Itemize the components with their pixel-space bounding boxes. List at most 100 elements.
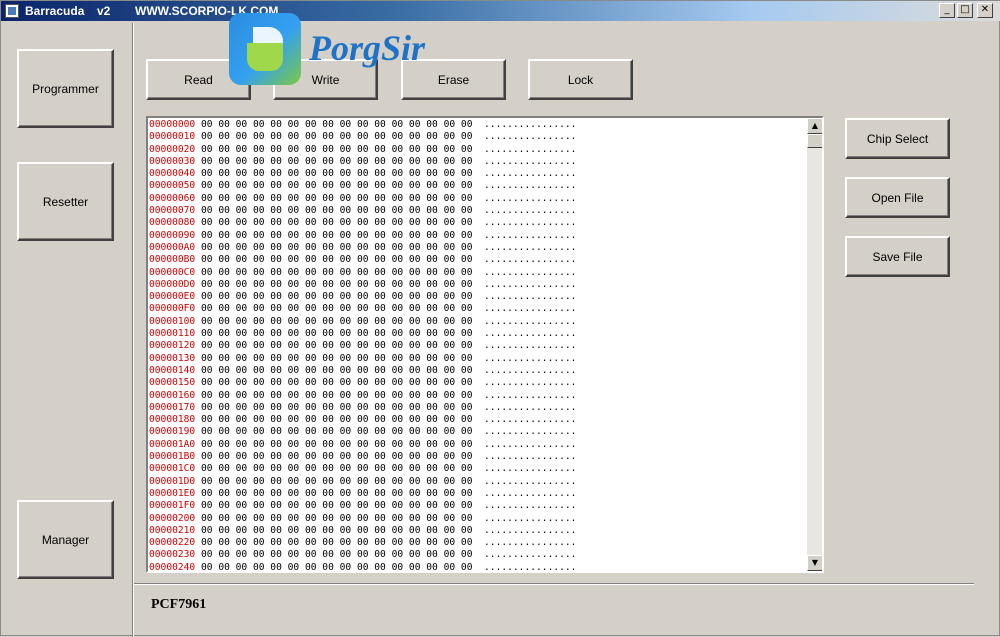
- hex-row: 00000180 00 00 00 00 00 00 00 00 00 00 0…: [149, 414, 805, 426]
- window-title: Barracuda: [25, 4, 85, 18]
- hex-ascii: ................: [484, 487, 577, 499]
- hex-row: 000001B0 00 00 00 00 00 00 00 00 00 00 0…: [149, 451, 805, 463]
- hex-bytes: 00 00 00 00 00 00 00 00 00 00 00 00 00 0…: [201, 475, 473, 487]
- hex-bytes: 00 00 00 00 00 00 00 00 00 00 00 00 00 0…: [201, 291, 473, 303]
- save-file-button[interactable]: Save File: [845, 236, 950, 277]
- window-version: v2: [97, 4, 111, 18]
- scroll-thumb[interactable]: [807, 134, 822, 148]
- hex-bytes: 00 00 00 00 00 00 00 00 00 00 00 00 00 0…: [201, 352, 473, 364]
- hex-address: 00000120: [149, 340, 196, 352]
- hex-ascii: ................: [484, 217, 577, 229]
- close-button[interactable]: ✕: [977, 3, 993, 18]
- hex-ascii: ................: [484, 254, 577, 266]
- hex-address: 00000040: [149, 168, 196, 180]
- programmer-button[interactable]: Programmer: [17, 49, 114, 128]
- hex-ascii: ................: [484, 475, 577, 487]
- manager-button[interactable]: Manager: [17, 500, 114, 579]
- hex-address: 00000000: [149, 119, 196, 130]
- chip-name-label: PCF7961: [151, 597, 207, 612]
- hex-address: 00000090: [149, 229, 196, 241]
- scroll-up-icon[interactable]: ▲: [807, 118, 822, 134]
- hex-address: 000000F0: [149, 303, 196, 315]
- lock-button[interactable]: Lock: [528, 59, 633, 100]
- open-file-button[interactable]: Open File: [845, 177, 950, 218]
- hex-bytes: 00 00 00 00 00 00 00 00 00 00 00 00 00 0…: [201, 377, 473, 389]
- hex-ascii: ................: [484, 524, 577, 536]
- hex-address: 00000010: [149, 131, 196, 143]
- hex-row: 00000040 00 00 00 00 00 00 00 00 00 00 0…: [149, 168, 805, 180]
- hex-row: 00000150 00 00 00 00 00 00 00 00 00 00 0…: [149, 377, 805, 389]
- hex-ascii: ................: [484, 451, 577, 463]
- hex-row: 00000200 00 00 00 00 00 00 00 00 00 00 0…: [149, 513, 805, 525]
- hex-bytes: 00 00 00 00 00 00 00 00 00 00 00 00 00 0…: [201, 155, 473, 167]
- hex-bytes: 00 00 00 00 00 00 00 00 00 00 00 00 00 0…: [201, 401, 473, 413]
- hex-ascii: ................: [484, 364, 577, 376]
- hex-ascii: ................: [484, 303, 577, 315]
- hex-address: 00000130: [149, 352, 196, 364]
- hex-address: 000000A0: [149, 241, 196, 253]
- hex-row: 00000140 00 00 00 00 00 00 00 00 00 00 0…: [149, 365, 805, 377]
- hex-bytes: 00 00 00 00 00 00 00 00 00 00 00 00 00 0…: [201, 315, 473, 327]
- hex-row: 00000000 00 00 00 00 00 00 00 00 00 00 0…: [149, 119, 805, 131]
- hex-row: 00000130 00 00 00 00 00 00 00 00 00 00 0…: [149, 353, 805, 365]
- maximize-button[interactable]: □: [957, 3, 973, 18]
- hex-bytes: 00 00 00 00 00 00 00 00 00 00 00 00 00 0…: [201, 229, 473, 241]
- hex-address: 00000050: [149, 180, 196, 192]
- hex-address: 000000E0: [149, 291, 196, 303]
- hex-address: 00000060: [149, 192, 196, 204]
- hex-bytes: 00 00 00 00 00 00 00 00 00 00 00 00 00 0…: [201, 549, 473, 561]
- hex-row: 000000D0 00 00 00 00 00 00 00 00 00 00 0…: [149, 279, 805, 291]
- hex-bytes: 00 00 00 00 00 00 00 00 00 00 00 00 00 0…: [201, 266, 473, 278]
- chip-select-button[interactable]: Chip Select: [845, 118, 950, 159]
- hex-address: 00000070: [149, 205, 196, 217]
- hex-view[interactable]: 00000000 00 00 00 00 00 00 00 00 00 00 0…: [146, 116, 824, 573]
- hex-ascii: ................: [484, 328, 577, 340]
- app-icon[interactable]: [5, 4, 19, 18]
- hex-ascii: ................: [484, 463, 577, 475]
- hex-bytes: 00 00 00 00 00 00 00 00 00 00 00 00 00 0…: [201, 463, 473, 475]
- hex-ascii: ................: [484, 549, 577, 561]
- hex-ascii: ................: [484, 168, 577, 180]
- bottom-divider: [134, 583, 974, 585]
- hex-address: 00000230: [149, 549, 196, 561]
- hex-bytes: 00 00 00 00 00 00 00 00 00 00 00 00 00 0…: [201, 500, 473, 512]
- left-divider: [132, 23, 134, 637]
- hex-ascii: ................: [484, 537, 577, 549]
- hex-row: 000001A0 00 00 00 00 00 00 00 00 00 00 0…: [149, 439, 805, 451]
- hex-bytes: 00 00 00 00 00 00 00 00 00 00 00 00 00 0…: [201, 143, 473, 155]
- hex-bytes: 00 00 00 00 00 00 00 00 00 00 00 00 00 0…: [201, 438, 473, 450]
- hex-bytes: 00 00 00 00 00 00 00 00 00 00 00 00 00 0…: [201, 303, 473, 315]
- hex-ascii: ................: [484, 438, 577, 450]
- minimize-button[interactable]: _: [939, 3, 955, 18]
- hex-address: 00000100: [149, 315, 196, 327]
- hex-address: 000001E0: [149, 487, 196, 499]
- hex-row: 000001C0 00 00 00 00 00 00 00 00 00 00 0…: [149, 463, 805, 475]
- title-bar[interactable]: Barracuda v2 WWW.SCORPIO-LK.COM _ □ ✕: [1, 1, 1000, 21]
- hex-row: 000000B0 00 00 00 00 00 00 00 00 00 00 0…: [149, 254, 805, 266]
- hex-address: 000001F0: [149, 500, 196, 512]
- watermark: PorgSir: [229, 13, 444, 87]
- app-window: Barracuda v2 WWW.SCORPIO-LK.COM _ □ ✕ Pr…: [0, 0, 1000, 637]
- hex-address: 00000160: [149, 389, 196, 401]
- hex-ascii: ................: [484, 500, 577, 512]
- hex-row: 00000050 00 00 00 00 00 00 00 00 00 00 0…: [149, 180, 805, 192]
- hex-bytes: 00 00 00 00 00 00 00 00 00 00 00 00 00 0…: [201, 328, 473, 340]
- resetter-button[interactable]: Resetter: [17, 162, 114, 241]
- hex-row: 000001D0 00 00 00 00 00 00 00 00 00 00 0…: [149, 476, 805, 488]
- vertical-scrollbar[interactable]: ▲ ▼: [807, 118, 822, 571]
- hex-row: 00000240 00 00 00 00 00 00 00 00 00 00 0…: [149, 561, 805, 572]
- hex-ascii: ................: [484, 340, 577, 352]
- hex-address: 00000020: [149, 143, 196, 155]
- hex-address: 000001A0: [149, 438, 196, 450]
- hex-bytes: 00 00 00 00 00 00 00 00 00 00 00 00 00 0…: [201, 254, 473, 266]
- hex-address: 000001D0: [149, 475, 196, 487]
- watermark-logo-icon: [229, 13, 301, 85]
- scroll-down-icon[interactable]: ▼: [807, 555, 822, 571]
- hex-row: 00000190 00 00 00 00 00 00 00 00 00 00 0…: [149, 426, 805, 438]
- hex-address: 00000180: [149, 414, 196, 426]
- hex-address: 00000030: [149, 155, 196, 167]
- watermark-text: PorgSir: [309, 28, 426, 68]
- hex-ascii: ................: [484, 561, 577, 572]
- hex-bytes: 00 00 00 00 00 00 00 00 00 00 00 00 00 0…: [201, 487, 473, 499]
- hex-row: 00000170 00 00 00 00 00 00 00 00 00 00 0…: [149, 402, 805, 414]
